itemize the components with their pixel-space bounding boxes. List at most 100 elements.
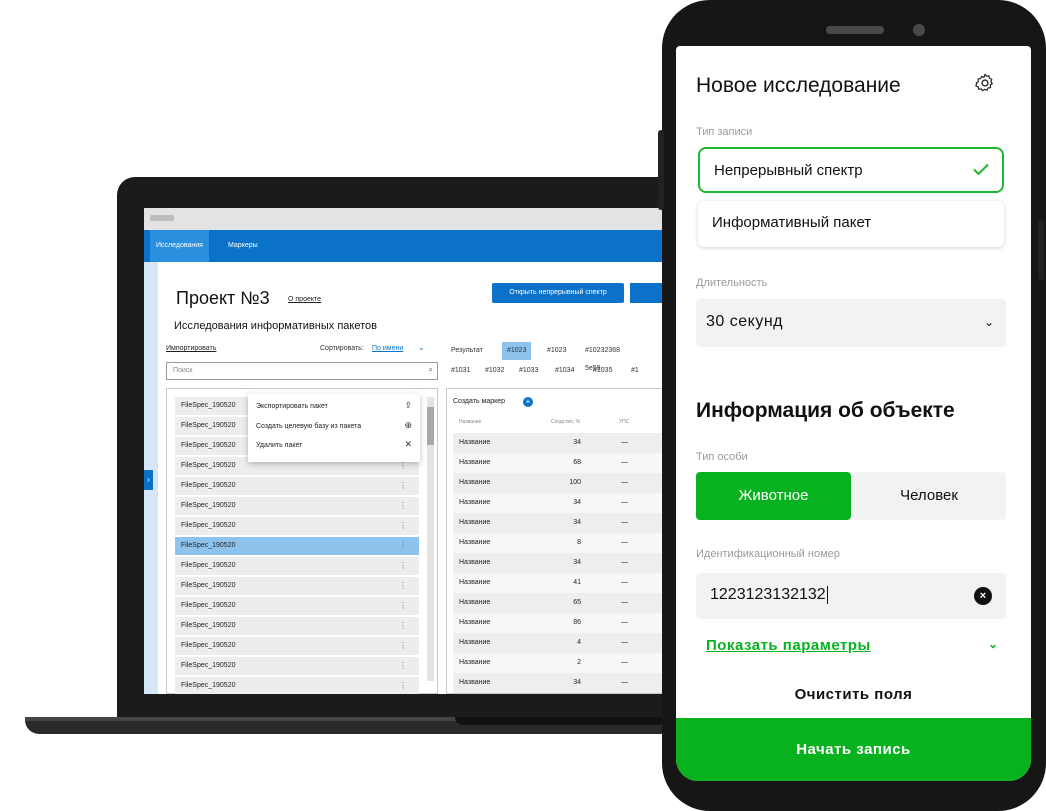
more-vert-icon[interactable]: ⋮ [399, 497, 407, 515]
tab-id[interactable]: #1034 [550, 362, 579, 380]
menu-export-package[interactable]: Экспортировать пакет [256, 403, 328, 410]
subject-animal-button[interactable]: Животное [696, 472, 851, 520]
table-row[interactable]: Название 41 — [453, 573, 674, 593]
phone-speaker [826, 26, 884, 34]
add-circle-icon[interactable]: ⊕ [404, 420, 412, 431]
tab-id[interactable]: #1035 [588, 362, 617, 380]
laptop-notch [455, 717, 665, 725]
sort-dropdown[interactable]: По имени [372, 345, 403, 352]
more-vert-icon[interactable]: ⋮ [399, 537, 407, 555]
file-list-item[interactable]: FileSpec_190520 ⋮ [175, 477, 419, 495]
record-type-packet[interactable]: Информативный пакет [698, 201, 1004, 247]
show-params-link[interactable]: Показать параметры [706, 637, 871, 654]
file-list-item[interactable]: FileSpec_190520 ⋮ [175, 677, 419, 694]
duration-select[interactable]: 30 секунд ⌄ [696, 299, 1006, 347]
more-vert-icon[interactable]: ⋮ [399, 657, 407, 675]
file-list-item[interactable]: FileSpec_190520 ⋮ [175, 617, 419, 635]
tab-research[interactable]: Исследования [150, 230, 209, 262]
cell-name: Название [459, 679, 491, 686]
cell-similarity: 8 [577, 539, 581, 546]
id-number-input[interactable]: 1223123132132 × [696, 573, 1006, 619]
menu-delete-package[interactable]: Удалить пакет [256, 442, 302, 449]
about-project-link[interactable]: О проекте [288, 296, 321, 303]
table-row[interactable]: Название 2 — [453, 653, 674, 673]
col-header-name[interactable]: Название [459, 419, 481, 425]
record-type-continuous[interactable]: Непрерывный спектр [698, 147, 1004, 193]
create-marker-label[interactable]: Создать маркер [453, 398, 505, 405]
chevron-down-icon[interactable]: ⌄ [988, 637, 998, 651]
object-info-heading: Информация об объекте [696, 399, 955, 422]
tab-id[interactable]: #1031 [446, 362, 475, 380]
table-row[interactable]: Название 34 — [453, 433, 674, 453]
sidebar-expand-button[interactable]: › [144, 470, 153, 490]
start-recording-button[interactable]: Начать запись [676, 718, 1031, 781]
cell-name: Название [459, 439, 491, 446]
cell-name: Название [459, 459, 491, 466]
more-vert-icon[interactable]: ⋮ [399, 677, 407, 694]
col-header-ups[interactable]: УПС [619, 419, 629, 425]
clear-fields-button[interactable]: Очистить поля [676, 686, 1031, 703]
file-list-item[interactable]: FileSpec_190520 ⋮ [175, 637, 419, 655]
tab-id[interactable]: #1033 [514, 362, 543, 380]
window-controls[interactable] [150, 215, 174, 221]
table-row[interactable]: Название 34 — [453, 513, 674, 533]
gear-icon[interactable] [974, 72, 996, 94]
file-list-item[interactable]: FileSpec_190520 ⋮ [175, 577, 419, 595]
file-list-item[interactable]: FileSpec_190520 ⋮ [175, 497, 419, 515]
table-row[interactable]: Название 4 — [453, 633, 674, 653]
table-row[interactable]: Название 68 — [453, 453, 674, 473]
more-vert-icon[interactable]: ⋮ [399, 597, 407, 615]
cell-similarity: 34 [573, 679, 581, 686]
more-vert-icon[interactable]: ⋮ [399, 477, 407, 495]
import-link[interactable]: Импортировать [166, 345, 216, 352]
share-icon[interactable]: ⇪ [404, 400, 412, 411]
file-list-item[interactable]: FileSpec_190520 ⋮ [175, 597, 419, 615]
cell-name: Название [459, 479, 491, 486]
tab-id[interactable]: #1 [626, 362, 644, 380]
table-row[interactable]: Название 34 — [453, 673, 674, 693]
clear-input-icon[interactable]: × [974, 587, 992, 605]
tab-result[interactable]: Результат [446, 342, 488, 360]
more-vert-icon[interactable]: ⋮ [399, 617, 407, 635]
add-marker-icon[interactable]: + [523, 397, 533, 407]
search-icon[interactable]: ⌕ [429, 365, 433, 375]
cell-name: Название [459, 519, 491, 526]
tab-markers[interactable]: Маркеры [222, 230, 264, 262]
window-titlebar [144, 208, 674, 230]
tab-1023-active[interactable]: #1023 [502, 342, 532, 360]
col-header-similarity[interactable]: Сходство, % [551, 419, 580, 425]
context-menu: Экспортировать пакет ⇪ Создать целевую б… [248, 394, 420, 462]
tab-id[interactable]: #1032 [480, 362, 509, 380]
more-vert-icon[interactable]: ⋮ [399, 557, 407, 575]
menu-create-target-db[interactable]: Создать целевую базу из пакета [256, 423, 361, 430]
more-vert-icon[interactable]: ⋮ [399, 517, 407, 535]
chevron-down-icon[interactable]: ⌄ [418, 343, 425, 352]
file-list-item[interactable]: FileSpec_190520 ⋮ [175, 517, 419, 535]
scrollbar[interactable] [427, 397, 434, 681]
cell-name: Название [459, 499, 491, 506]
table-row[interactable]: Название 8 — [453, 533, 674, 553]
table-row[interactable]: Название 100 — [453, 473, 674, 493]
tab-long-id[interactable]: #10232368 5e59 [580, 342, 625, 372]
cell-ups: — [621, 439, 628, 446]
id-number-label: Идентификационный номер [696, 548, 840, 560]
scrollbar-thumb[interactable] [427, 407, 434, 445]
more-vert-icon[interactable]: ⋮ [399, 577, 407, 595]
subject-type-label: Тип особи [696, 451, 748, 463]
search-input[interactable]: Поиск ⌕ [166, 362, 438, 380]
table-row[interactable]: Название 34 — [453, 553, 674, 573]
file-list-item[interactable]: FileSpec_190520 ⋮ [175, 557, 419, 575]
file-list-item[interactable]: FileSpec_190520 ⋮ [175, 657, 419, 675]
subject-human-button[interactable]: Человек [852, 472, 1006, 520]
table-row[interactable]: Название 65 — [453, 593, 674, 613]
table-row[interactable]: Название 86 — [453, 613, 674, 633]
tab-1023[interactable]: #1023 [542, 342, 571, 360]
file-name: FileSpec_190520 [181, 682, 236, 689]
more-vert-icon[interactable]: ⋮ [399, 637, 407, 655]
file-list-item[interactable]: FileSpec_190520 ⋮ [175, 537, 419, 555]
table-row[interactable]: Название 34 — [453, 493, 674, 513]
open-spectrum-button[interactable]: Открыть непрерывный спектр [492, 283, 624, 303]
chevron-down-icon: ⌄ [983, 315, 994, 329]
close-icon[interactable]: ✕ [404, 439, 412, 450]
cell-ups: — [621, 679, 628, 686]
